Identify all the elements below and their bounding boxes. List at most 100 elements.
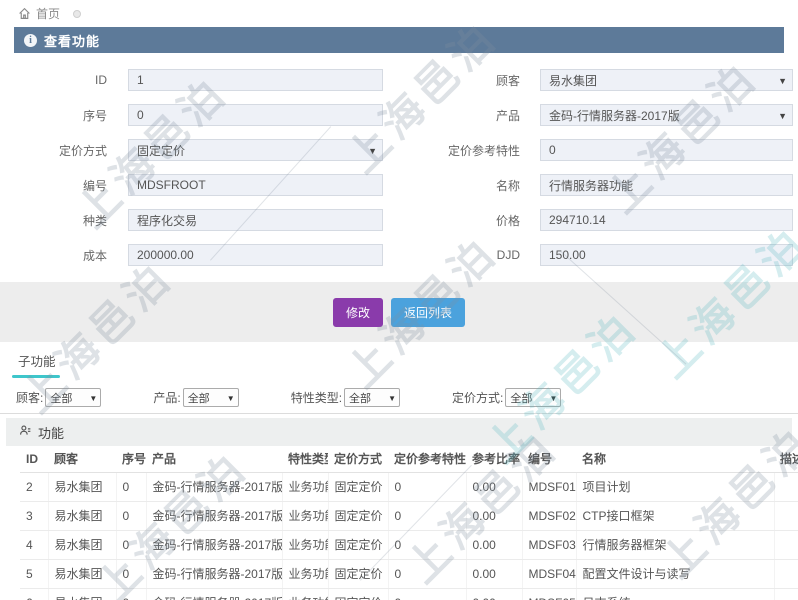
cost-label: 成本	[82, 248, 107, 263]
filter-customer-value: 全部	[50, 392, 73, 405]
table-cell: 易水集团	[47, 501, 116, 531]
table-cell: 0	[115, 472, 146, 502]
table-cell: 0	[387, 530, 466, 560]
table-row[interactable]: 2易水集团0金码-行情服务器-2017版业务功能固定定价00.00MDSF01项…	[20, 472, 798, 502]
table-cell: CTP接口框架	[575, 501, 774, 531]
column-header: 参考比率	[466, 446, 522, 473]
table-row[interactable]: 5易水集团0金码-行情服务器-2017版业务功能固定定价00.00MDSF04配…	[20, 559, 798, 589]
table-cell	[773, 501, 798, 531]
product-select[interactable]: 金码-行情服务器-2017版 ▼	[540, 104, 793, 126]
table-row[interactable]: 6易水集团0金码-行情服务器-2017版业务功能固定定价00.00MDSF05日…	[20, 588, 798, 600]
table-cell: 0.00	[465, 588, 522, 600]
category-field[interactable]	[128, 209, 383, 231]
customer-value: 易水集团	[549, 73, 598, 88]
info-icon: i	[24, 33, 37, 47]
filter-customer-label: 顾客:	[16, 391, 44, 405]
table-cell: 0	[387, 472, 466, 502]
column-header: 产品	[146, 446, 282, 473]
pricing-method-select[interactable]: 固定定价 ▼	[128, 139, 383, 161]
name-field[interactable]	[540, 174, 793, 196]
table-cell: 0	[387, 559, 466, 589]
column-header: 编号	[522, 446, 576, 473]
table-cell: 5	[20, 559, 48, 589]
column-header: 特性类型	[282, 446, 328, 473]
breadcrumb: 首页	[0, 0, 798, 27]
page-header: i 查看功能	[14, 27, 784, 53]
table-cell: 固定定价	[327, 501, 388, 531]
filter-product-value: 全部	[187, 392, 210, 405]
product-label: 产品	[495, 108, 520, 123]
table-cell: 配置文件设计与读写	[575, 559, 774, 589]
page-title: 查看功能	[44, 33, 101, 49]
function-icon	[19, 424, 32, 440]
seq-field[interactable]	[128, 104, 383, 126]
column-header: 名称	[576, 446, 774, 473]
table-cell: MDSF05	[521, 588, 576, 600]
filter-pricing-method-select[interactable]: 全部 ▼	[505, 388, 562, 407]
breadcrumb-badge-icon[interactable]	[73, 9, 82, 18]
table-row[interactable]: 3易水集团0金码-行情服务器-2017版业务功能固定定价00.00MDSF02C…	[20, 501, 798, 531]
pricing-ref-label: 定价参考特性	[447, 143, 520, 158]
customer-select[interactable]: 易水集团 ▼	[540, 69, 793, 91]
price-field[interactable]	[540, 209, 793, 231]
filter-row: 顾客: 全部 ▼ 产品: 全部 ▼ 特性类型: 全部 ▼ 定价方式: 全部 ▼	[0, 382, 798, 414]
table-cell	[773, 472, 798, 502]
breadcrumb-home[interactable]: 首页	[36, 5, 60, 22]
function-table-body: 2易水集团0金码-行情服务器-2017版业务功能固定定价00.00MDSF01项…	[20, 472, 798, 600]
name-label: 名称	[495, 178, 520, 193]
cost-field[interactable]	[128, 244, 383, 266]
customer-label: 顾客	[495, 73, 520, 88]
table-cell: 4	[20, 530, 48, 560]
seq-label: 序号	[82, 108, 107, 123]
table-cell: 6	[20, 588, 48, 600]
table-cell: MDSF04	[521, 559, 576, 589]
table-cell: 易水集团	[47, 530, 116, 560]
table-cell: 金码-行情服务器-2017版	[145, 588, 282, 600]
column-header: 顾客	[48, 446, 116, 473]
filter-feature-type: 特性类型: 全部 ▼	[290, 388, 401, 407]
table-cell: 金码-行情服务器-2017版	[145, 501, 282, 531]
back-to-list-button[interactable]: 返回列表	[391, 297, 466, 327]
pricing-ref-field[interactable]	[540, 139, 793, 161]
filter-feature-type-label: 特性类型:	[290, 391, 343, 405]
table-cell: 0	[387, 588, 466, 600]
table-cell: 易水集团	[47, 588, 116, 600]
product-value: 金码-行情服务器-2017版	[549, 108, 680, 123]
table-cell: 业务功能	[281, 588, 328, 600]
price-label: 价格	[495, 213, 520, 228]
column-header: 定价方式	[328, 446, 388, 473]
table-cell: 项目计划	[575, 472, 774, 502]
pricing-method-value: 固定定价	[137, 143, 186, 158]
table-cell	[773, 588, 798, 600]
table-cell: MDSF01	[521, 472, 576, 502]
home-icon[interactable]	[18, 7, 31, 20]
table-cell: 0	[115, 501, 146, 531]
chevron-down-icon: ▼	[368, 146, 377, 156]
filter-product-select[interactable]: 全部 ▼	[182, 388, 239, 407]
detail-form: ID 顾客 易水集团 ▼ 序号 产品 金码-行情服务器-2017版 ▼ 定价方式…	[0, 53, 798, 282]
table-cell: 固定定价	[327, 472, 388, 502]
table-cell: 业务功能	[281, 530, 328, 560]
filter-pricing-method: 定价方式: 全部 ▼	[452, 388, 562, 407]
id-field[interactable]	[128, 69, 383, 91]
table-cell: 固定定价	[327, 530, 388, 560]
table-cell: 易水集团	[47, 472, 116, 502]
table-cell: 金码-行情服务器-2017版	[145, 472, 282, 502]
table-row[interactable]: 4易水集团0金码-行情服务器-2017版业务功能固定定价00.00MDSF03行…	[20, 530, 798, 560]
djd-field[interactable]	[540, 244, 793, 266]
table-cell: 0	[115, 530, 146, 560]
table-cell: 2	[20, 472, 48, 502]
modify-button[interactable]: 修改	[332, 297, 383, 327]
table-cell: 3	[20, 501, 48, 531]
tab-sub-function[interactable]: 子功能	[18, 351, 56, 370]
code-field[interactable]	[128, 174, 383, 196]
filter-customer-select[interactable]: 全部 ▼	[45, 388, 102, 407]
table-cell	[773, 559, 798, 589]
table-cell: 固定定价	[327, 588, 388, 600]
code-label: 编号	[82, 178, 107, 193]
active-tab-underline	[12, 375, 60, 378]
filter-feature-type-select[interactable]: 全部 ▼	[344, 388, 401, 407]
chevron-down-icon: ▼	[388, 394, 397, 403]
chevron-down-icon: ▼	[226, 394, 235, 403]
table-header-row: ID顾客序号产品特性类型定价方式定价参考特性参考比率编号名称描述	[20, 446, 798, 473]
